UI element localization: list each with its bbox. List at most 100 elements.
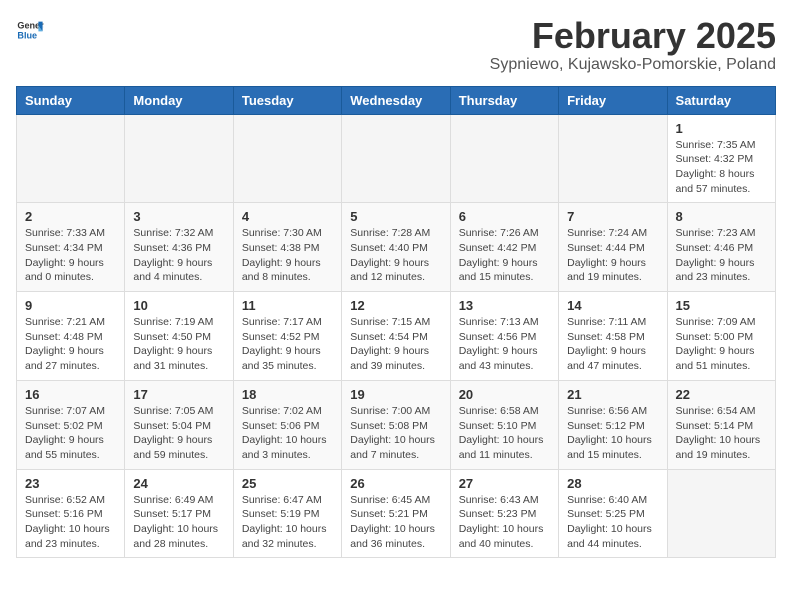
day-cell [342,114,450,203]
day-cell: 6 Sunrise: 7:26 AMSunset: 4:42 PMDaylight… [450,203,558,292]
day-info: Sunrise: 7:11 AMSunset: 4:58 PMDaylight:… [567,315,658,374]
day-cell: 8Sunrise: 7:23 AMSunset: 4:46 PMDaylight… [667,203,775,292]
day-number: 5 [350,209,441,224]
day-cell: 24 Sunrise: 6:49 AMSunset: 5:17 PMDayligh… [125,469,233,558]
day-number: 11 [242,298,333,313]
weekday-header-friday: Friday [559,86,667,114]
day-info: Sunrise: 7:15 AMSunset: 4:54 PMDaylight:… [350,315,441,374]
day-number: 1 [676,121,767,136]
weekday-header-wednesday: Wednesday [342,86,450,114]
day-cell: 3 Sunrise: 7:32 AMSunset: 4:36 PMDaylight… [125,203,233,292]
day-number: 12 [350,298,441,313]
logo: General Blue [16,16,44,44]
day-info: Sunrise: 6:58 AMSunset: 5:10 PMDaylight:… [459,404,550,463]
day-cell: 2 Sunrise: 7:33 AMSunset: 4:34 PMDaylight… [17,203,125,292]
day-info: Sunrise: 6:40 AMSunset: 5:25 PMDaylight:… [567,493,658,552]
weekday-header-thursday: Thursday [450,86,558,114]
day-number: 10 [133,298,224,313]
day-cell: 7 Sunrise: 7:24 AMSunset: 4:44 PMDaylight… [559,203,667,292]
weekday-header-sunday: Sunday [17,86,125,114]
day-number: 21 [567,387,658,402]
day-cell: 10 Sunrise: 7:19 AMSunset: 4:50 PMDayligh… [125,292,233,381]
day-cell: 23 Sunrise: 6:52 AMSunset: 5:16 PMDayligh… [17,469,125,558]
day-number: 23 [25,476,116,491]
day-cell: 27 Sunrise: 6:43 AMSunset: 5:23 PMDayligh… [450,469,558,558]
day-cell: 11 Sunrise: 7:17 AMSunset: 4:52 PMDayligh… [233,292,341,381]
week-row-2: 2 Sunrise: 7:33 AMSunset: 4:34 PMDaylight… [17,203,776,292]
day-number: 16 [25,387,116,402]
day-cell [17,114,125,203]
day-number: 27 [459,476,550,491]
week-row-4: 16 Sunrise: 7:07 AMSunset: 5:02 PMDayligh… [17,380,776,469]
calendar-table: SundayMondayTuesdayWednesdayThursdayFrid… [16,86,776,559]
day-info: Sunrise: 7:00 AMSunset: 5:08 PMDaylight:… [350,404,441,463]
day-number: 15 [676,298,767,313]
day-info: Sunrise: 7:26 AMSunset: 4:42 PMDaylight:… [459,226,550,285]
day-number: 13 [459,298,550,313]
calendar-title: February 2025 [490,16,776,56]
day-cell: 1Sunrise: 7:35 AMSunset: 4:32 PMDaylight… [667,114,775,203]
day-info: Sunrise: 6:49 AMSunset: 5:17 PMDaylight:… [133,493,224,552]
day-number: 26 [350,476,441,491]
day-number: 14 [567,298,658,313]
week-row-3: 9 Sunrise: 7:21 AMSunset: 4:48 PMDaylight… [17,292,776,381]
day-number: 7 [567,209,658,224]
weekday-header-row: SundayMondayTuesdayWednesdayThursdayFrid… [17,86,776,114]
day-cell: 4Sunrise: 7:30 AMSunset: 4:38 PMDaylight… [233,203,341,292]
day-info: Sunrise: 6:45 AMSunset: 5:21 PMDaylight:… [350,493,441,552]
day-number: 20 [459,387,550,402]
day-cell: 20 Sunrise: 6:58 AMSunset: 5:10 PMDayligh… [450,380,558,469]
day-info: Sunrise: 7:09 AMSunset: 5:00 PMDaylight:… [676,315,767,374]
day-number: 17 [133,387,224,402]
day-info: Sunrise: 6:56 AMSunset: 5:12 PMDaylight:… [567,404,658,463]
day-cell [233,114,341,203]
day-number: 9 [25,298,116,313]
weekday-header-saturday: Saturday [667,86,775,114]
day-cell: 18 Sunrise: 7:02 AMSunset: 5:06 PMDayligh… [233,380,341,469]
day-cell: 25Sunrise: 6:47 AMSunset: 5:19 PMDayligh… [233,469,341,558]
day-cell: 22 Sunrise: 6:54 AMSunset: 5:14 PMDayligh… [667,380,775,469]
day-number: 24 [133,476,224,491]
day-number: 19 [350,387,441,402]
day-info: Sunrise: 7:24 AMSunset: 4:44 PMDaylight:… [567,226,658,285]
day-cell [559,114,667,203]
day-info: Sunrise: 7:21 AMSunset: 4:48 PMDaylight:… [25,315,116,374]
day-info: Sunrise: 6:43 AMSunset: 5:23 PMDaylight:… [459,493,550,552]
day-info: Sunrise: 7:13 AMSunset: 4:56 PMDaylight:… [459,315,550,374]
day-info: Sunrise: 6:54 AMSunset: 5:14 PMDaylight:… [676,404,767,463]
day-cell [450,114,558,203]
day-info: Sunrise: 7:19 AMSunset: 4:50 PMDaylight:… [133,315,224,374]
day-info: Sunrise: 7:28 AMSunset: 4:40 PMDaylight:… [350,226,441,285]
day-cell [667,469,775,558]
day-number: 2 [25,209,116,224]
day-number: 22 [676,387,767,402]
day-cell: 5 Sunrise: 7:28 AMSunset: 4:40 PMDaylight… [342,203,450,292]
day-cell: 14 Sunrise: 7:11 AMSunset: 4:58 PMDayligh… [559,292,667,381]
day-number: 3 [133,209,224,224]
weekday-header-tuesday: Tuesday [233,86,341,114]
day-info: Sunrise: 7:17 AMSunset: 4:52 PMDaylight:… [242,315,333,374]
day-cell: 19 Sunrise: 7:00 AMSunset: 5:08 PMDayligh… [342,380,450,469]
day-cell: 17 Sunrise: 7:05 AMSunset: 5:04 PMDayligh… [125,380,233,469]
day-number: 18 [242,387,333,402]
day-info: Sunrise: 7:07 AMSunset: 5:02 PMDaylight:… [25,404,116,463]
day-info: Sunrise: 6:52 AMSunset: 5:16 PMDaylight:… [25,493,116,552]
title-area: February 2025 Sypniewo, Kujawsko-Pomorsk… [490,16,776,74]
day-cell: 16 Sunrise: 7:07 AMSunset: 5:02 PMDayligh… [17,380,125,469]
day-number: 6 [459,209,550,224]
day-cell [125,114,233,203]
day-info: Sunrise: 7:32 AMSunset: 4:36 PMDaylight:… [133,226,224,285]
svg-text:Blue: Blue [17,30,37,40]
day-info: Sunrise: 7:02 AMSunset: 5:06 PMDaylight:… [242,404,333,463]
weekday-header-monday: Monday [125,86,233,114]
day-cell: 21 Sunrise: 6:56 AMSunset: 5:12 PMDayligh… [559,380,667,469]
day-cell: 12 Sunrise: 7:15 AMSunset: 4:54 PMDayligh… [342,292,450,381]
day-info: Sunrise: 7:33 AMSunset: 4:34 PMDaylight:… [25,226,116,285]
day-info: Sunrise: 7:05 AMSunset: 5:04 PMDaylight:… [133,404,224,463]
day-number: 4 [242,209,333,224]
calendar-subtitle: Sypniewo, Kujawsko-Pomorskie, Poland [490,56,776,74]
day-number: 25 [242,476,333,491]
day-cell: 26 Sunrise: 6:45 AMSunset: 5:21 PMDayligh… [342,469,450,558]
day-cell: 15 Sunrise: 7:09 AMSunset: 5:00 PMDayligh… [667,292,775,381]
week-row-5: 23 Sunrise: 6:52 AMSunset: 5:16 PMDayligh… [17,469,776,558]
